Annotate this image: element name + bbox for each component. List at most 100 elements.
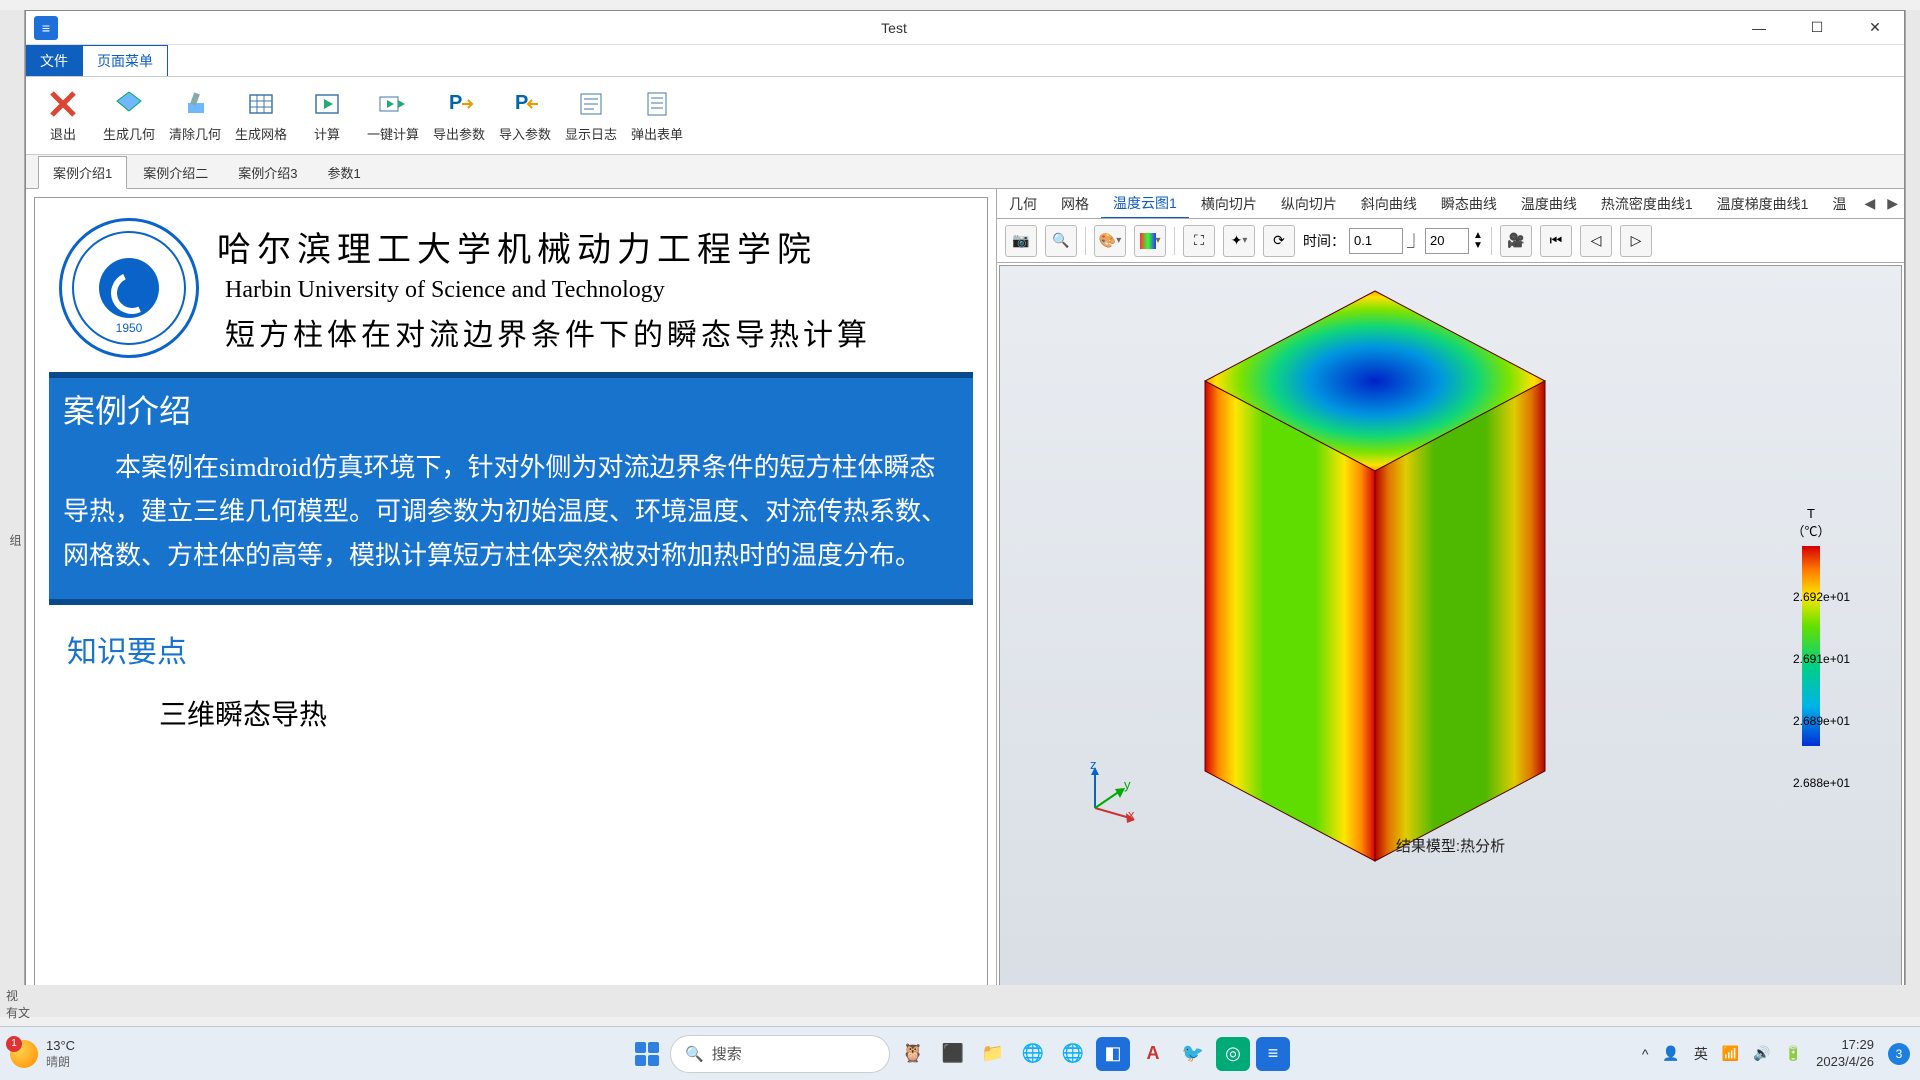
result-label: 结果模型:热分析 (1396, 835, 1505, 856)
notification-badge[interactable]: 3 (1888, 1043, 1910, 1065)
result-tabs: 几何 网格 温度云图1 横向切片 纵向切片 斜向曲线 瞬态曲线 温度曲线 热流密… (997, 189, 1904, 219)
ime-indicator[interactable]: 英 (1694, 1044, 1708, 1064)
edge-icon[interactable]: 🌐 (1016, 1037, 1050, 1071)
result-model (1200, 286, 1550, 866)
left-tabs: 案例介绍1 案例介绍二 案例介绍3 参数1 (26, 155, 1904, 189)
rtab-hslice[interactable]: 横向切片 (1189, 190, 1269, 218)
fit-view-button[interactable]: ⛶ (1183, 225, 1215, 257)
weather-icon: 1 (10, 1040, 38, 1068)
simdroid-icon[interactable]: ≡ (1256, 1037, 1290, 1071)
record-button[interactable]: 🎥 (1500, 225, 1532, 257)
weather-widget[interactable]: 1 13°C晴朗 (0, 1038, 75, 1070)
ribbon: 退出 生成几何 清除几何 生成网格 计算 一键计算 P导出参数 P导入参数 显示… (26, 77, 1904, 155)
search-box[interactable]: 🔍搜索 (670, 1035, 890, 1073)
explorer-icon[interactable]: 📁 (976, 1037, 1010, 1071)
clock[interactable]: 17:292023/4/26 (1816, 1037, 1874, 1070)
tab-case2[interactable]: 案例介绍二 (129, 157, 222, 188)
popup-form-button[interactable]: 弹出表单 (626, 81, 688, 151)
rtab-geom[interactable]: 几何 (997, 190, 1049, 218)
svg-text:P: P (515, 92, 528, 114)
main-window: ≡ Test — ☐ ✕ 文件 页面菜单 退出 生成几何 清除几何 生成网格 计… (25, 10, 1905, 1010)
axes-button[interactable]: ✦ (1223, 225, 1255, 257)
maximize-button[interactable]: ☐ (1788, 11, 1846, 45)
viewer-toolbar: 📷 🔍 🎨 ⛶ ✦ ⟳ 时间： ⏌ ▲▼ 🎥 ⏮ ◁ (997, 219, 1904, 263)
clear-geom-button[interactable]: 清除几何 (164, 81, 226, 151)
rtab-temp-curve[interactable]: 温度曲线 (1509, 190, 1589, 218)
menu-file[interactable]: 文件 (26, 45, 82, 76)
palette-button[interactable]: 🎨 (1094, 225, 1126, 257)
rotate-button[interactable]: ⟳ (1263, 225, 1295, 257)
taskbar: 1 13°C晴朗 🔍搜索 🦉 ⬛ 📁 🌐 🌐 ◧ A 🐦 ◎ ≡ ^ 👤 英 📶… (0, 1026, 1920, 1080)
tray-chevron-icon[interactable]: ^ (1642, 1046, 1649, 1062)
gen-geom-button[interactable]: 生成几何 (98, 81, 160, 151)
zoom-tool[interactable]: 🔍 (1045, 225, 1077, 257)
import-param-button[interactable]: P导入参数 (494, 81, 556, 151)
tray-user-icon[interactable]: 👤 (1662, 1045, 1679, 1062)
tab-params[interactable]: 参数1 (313, 157, 374, 188)
battery-icon[interactable]: 🔋 (1785, 1045, 1802, 1062)
start-button[interactable] (630, 1037, 664, 1071)
axes-triad: z x y (1080, 763, 1140, 826)
app3-icon[interactable]: ◎ (1216, 1037, 1250, 1071)
rtab-temp-contour[interactable]: 温度云图1 (1101, 189, 1189, 219)
system-tray: ^ 👤 英 📶 🔊 🔋 17:292023/4/26 3 (1642, 1037, 1910, 1070)
show-log-button[interactable]: 显示日志 (560, 81, 622, 151)
time-slider-icon[interactable]: ⏌ (1407, 231, 1421, 251)
rtab-gradient[interactable]: 温度梯度曲线1 (1705, 190, 1821, 218)
rtab-more[interactable]: 温 (1820, 190, 1858, 218)
window-title: Test (58, 20, 1730, 36)
task-widgets-icon[interactable]: 🦉 (896, 1037, 930, 1071)
one-click-button[interactable]: 一键计算 (362, 81, 424, 151)
3d-viewport[interactable]: z x y T （℃） 2.692e+01 2.691e+01 2.689e+0… (999, 265, 1902, 1007)
minimize-button[interactable]: — (1730, 11, 1788, 45)
play-fwd-button[interactable]: ▷ (1620, 225, 1652, 257)
section-heading: 案例介绍 (63, 386, 959, 432)
titlebar: ≡ Test — ☐ ✕ (26, 11, 1904, 45)
time-input[interactable] (1349, 228, 1403, 254)
color-legend: T （℃） 2.692e+01 2.691e+01 2.689e+01 2.68… (1741, 506, 1881, 752)
spin-buttons[interactable]: ▲▼ (1473, 231, 1483, 251)
tabs-scroll-left[interactable]: ◀ (1858, 195, 1881, 212)
rtab-vslice[interactable]: 纵向切片 (1269, 190, 1349, 218)
university-name-cn: 哈尔滨理工大学机械动力工程学院 (217, 222, 871, 271)
workspace: 1950 哈尔滨理工大学机械动力工程学院 Harbin University o… (26, 189, 1904, 1009)
knowledge-item: 三维瞬态导热 (49, 693, 973, 733)
tab-case3[interactable]: 案例介绍3 (224, 157, 311, 188)
document-pane: 1950 哈尔滨理工大学机械动力工程学院 Harbin University o… (26, 189, 997, 1009)
tabs-scroll-right[interactable]: ▶ (1881, 195, 1904, 212)
snapshot-button[interactable]: 📷 (1005, 225, 1037, 257)
app2-icon[interactable]: 🐦 (1176, 1037, 1210, 1071)
search-icon: 🔍 (685, 1045, 704, 1063)
svg-text:P: P (449, 92, 462, 114)
tab-case1[interactable]: 案例介绍1 (38, 156, 127, 189)
export-param-button[interactable]: P导出参数 (428, 81, 490, 151)
play-back-button[interactable]: ◁ (1580, 225, 1612, 257)
knowledge-heading: 知识要点 (49, 605, 973, 693)
exit-button[interactable]: 退出 (32, 81, 94, 151)
close-button[interactable]: ✕ (1846, 11, 1904, 45)
task-view-icon[interactable]: ⬛ (936, 1037, 970, 1071)
rtab-transient[interactable]: 瞬态曲线 (1429, 190, 1509, 218)
compute-button[interactable]: 计算 (296, 81, 358, 151)
time-label: 时间： (1303, 231, 1345, 251)
autocad-icon[interactable]: A (1136, 1037, 1170, 1071)
gen-mesh-button[interactable]: 生成网格 (230, 81, 292, 151)
app1-icon[interactable]: ◧ (1096, 1037, 1130, 1071)
menu-page[interactable]: 页面菜单 (82, 45, 168, 76)
step-back-button[interactable]: ⏮ (1540, 225, 1572, 257)
case-description: 本案例在simdroid仿真环境下，针对外侧为对流边界条件的短方柱体瞬态导热，建… (63, 446, 959, 579)
case-title: 短方柱体在对流边界条件下的瞬态导热计算 (217, 310, 871, 354)
colormap-button[interactable] (1134, 225, 1166, 257)
app-icon: ≡ (34, 16, 58, 40)
rtab-diag[interactable]: 斜向曲线 (1349, 190, 1429, 218)
rtab-mesh[interactable]: 网格 (1049, 190, 1101, 218)
volume-icon[interactable]: 🔊 (1753, 1045, 1770, 1062)
wifi-icon[interactable]: 📶 (1722, 1045, 1739, 1062)
edge-dev-icon[interactable]: 🌐 (1056, 1037, 1090, 1071)
status-strip: 视有文 (0, 985, 1920, 1017)
menu-bar: 文件 页面菜单 (26, 45, 1904, 77)
right-dock (1905, 10, 1920, 1010)
frame-input[interactable] (1425, 228, 1469, 254)
rtab-heatflux[interactable]: 热流密度曲线1 (1589, 190, 1705, 218)
case-document: 1950 哈尔滨理工大学机械动力工程学院 Harbin University o… (34, 197, 988, 1001)
